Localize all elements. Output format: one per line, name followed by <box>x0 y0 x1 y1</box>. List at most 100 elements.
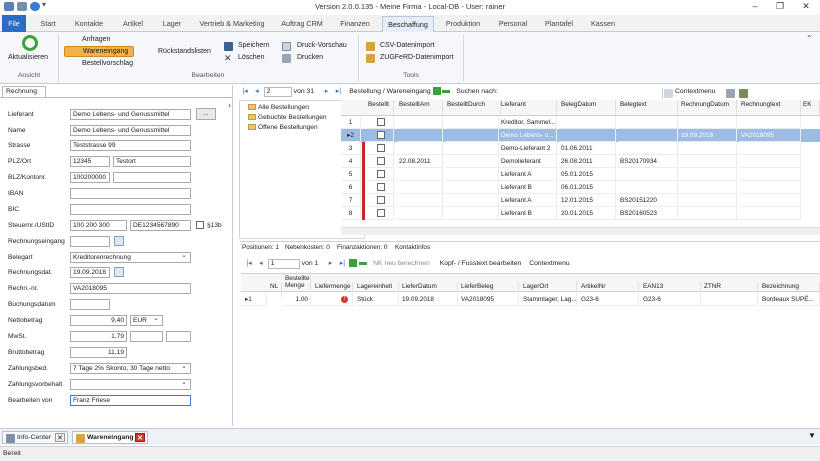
grid-cell-lieferm[interactable]: ! <box>313 293 353 306</box>
grid-cell-durch[interactable] <box>445 168 499 181</box>
strasse-field[interactable]: Teststrasse 99 <box>70 140 191 151</box>
zahlungsvorbehalt-select[interactable] <box>70 379 191 390</box>
bestellt-checkbox[interactable] <box>376 118 385 127</box>
grid-cell-datum[interactable] <box>559 116 616 129</box>
tree-item-offen[interactable]: Offene Bestellungen <box>248 124 318 131</box>
menu-artikel[interactable]: Artikel <box>116 15 150 32</box>
wareneingang-button[interactable]: Wareneingang <box>64 46 134 57</box>
lieferant-field[interactable]: Demo Lebens- und Genussmittel <box>70 109 191 120</box>
belegart-select[interactable]: Kreditorenrechnung <box>70 252 191 263</box>
tab-finanzaktionen[interactable]: Finanzaktionen: 0 <box>337 242 387 254</box>
grid-cell-lieferant[interactable]: Demo Lebens- u... <box>499 129 557 142</box>
grid-cell-am[interactable] <box>397 142 443 155</box>
prev-record-icon[interactable]: ◂ <box>256 259 266 267</box>
grid-cell-datum[interactable] <box>559 129 616 142</box>
first-record-icon[interactable]: |◂ <box>240 87 250 95</box>
grid-cell-durch[interactable] <box>445 129 499 142</box>
tabs-dropdown-icon[interactable]: ▼ <box>808 431 816 440</box>
bestellt-checkbox[interactable] <box>376 196 385 205</box>
tab-kontaktinfos[interactable]: Kontaktinfos <box>395 242 430 254</box>
zahlungsbedingung-select[interactable]: 7 Tage 2% Skonto, 30 Tage netto <box>70 363 191 374</box>
grid-cell-bestellt[interactable] <box>366 181 394 194</box>
ustid-field[interactable]: DE1234567890 <box>130 220 191 231</box>
menu-kassen[interactable]: Kassen <box>586 15 620 32</box>
col-lieferant[interactable]: Lieferant <box>499 100 557 115</box>
grid-cell-lieferant[interactable]: Lieferant B <box>499 181 557 194</box>
grid-cell-bestellt[interactable] <box>366 129 394 142</box>
col-ek[interactable]: EK <box>801 100 820 115</box>
grid-cell-durch[interactable] <box>445 116 499 129</box>
grid-cell-beleg[interactable]: VA2018095 <box>459 293 519 306</box>
grid-cell-rtext[interactable] <box>739 116 801 129</box>
menu-personal[interactable]: Personal <box>494 15 532 32</box>
col-rechnungtext[interactable]: Rechnungtext <box>739 100 801 115</box>
col-bestellte-menge[interactable]: Bestellte Menge <box>283 274 311 289</box>
grid-cell-ort[interactable]: Stammlager, Lag... <box>521 293 577 306</box>
bestellt-checkbox[interactable] <box>376 209 385 218</box>
grid-cell-bestellt[interactable] <box>366 116 394 129</box>
grid-cell-lieferant[interactable]: Demo-Lieferant 2 <box>499 142 557 155</box>
grid-cell-rdatum[interactable] <box>679 194 737 207</box>
grid-cell-am[interactable] <box>397 168 443 181</box>
close-button[interactable]: ✕ <box>793 0 819 13</box>
close-tab-icon[interactable]: ✕ <box>55 433 65 442</box>
buchungsdatum-field[interactable] <box>70 299 110 310</box>
mwst-extra-field[interactable] <box>130 331 163 342</box>
bic-field[interactable] <box>70 204 191 215</box>
bestellt-checkbox[interactable] <box>376 170 385 179</box>
menu-file[interactable]: File <box>2 15 26 32</box>
menu-auftrag[interactable]: Auftrag CRM <box>276 15 328 32</box>
last-record-icon[interactable]: ▸| <box>333 87 343 95</box>
tab-wareneingang[interactable]: Wareneingang ✕ <box>72 431 148 444</box>
grid-cell-text[interactable] <box>618 129 678 142</box>
grid-cell-rtext[interactable] <box>739 142 801 155</box>
zugferd-import-button[interactable]: ZUGFeRD-Datenimport <box>380 54 454 61</box>
horizontal-scrollbar[interactable] <box>341 227 820 235</box>
menu-vertrieb[interactable]: Vertrieb & Marketing <box>194 15 270 32</box>
ort-field[interactable]: Testort <box>113 156 191 167</box>
grid-cell-rdatum[interactable] <box>679 181 737 194</box>
grid-cell-datum[interactable]: 01.06.2011 <box>559 142 616 155</box>
rueckstandslisten-button[interactable]: Rückstandslisten <box>158 48 211 55</box>
grid-cell-rdatum[interactable] <box>679 207 737 220</box>
add-icon[interactable] <box>432 87 441 96</box>
table-row[interactable]: 1 Kreditor, Sammel... <box>341 116 820 129</box>
calendar-icon[interactable] <box>114 267 124 277</box>
grid-cell-menge[interactable]: 1,00 <box>283 293 311 306</box>
plz-field[interactable]: 12345 <box>70 156 110 167</box>
bestellvorschlag-button[interactable]: Bestellvorschlag <box>82 60 133 67</box>
table-row[interactable]: 8 Lieferant B 20.01.2015 BS20160523 <box>341 207 820 220</box>
table-row[interactable]: 7 Lieferant A 12.01.2015 BS20151220 <box>341 194 820 207</box>
grid-cell-text[interactable] <box>618 142 678 155</box>
col-bestelltdurch[interactable]: BestelltDurch <box>445 100 501 115</box>
grid-cell-rtext[interactable] <box>739 155 801 168</box>
grid-cell-text[interactable] <box>618 116 678 129</box>
menu-lager[interactable]: Lager <box>157 15 187 32</box>
grid-cell-lieferant[interactable]: Lieferant A <box>499 168 557 181</box>
netto-field[interactable]: 9,40 <box>70 315 127 326</box>
name-field[interactable]: Demo Lebens- und Genussmittel <box>70 125 191 136</box>
grid-cell-durch[interactable] <box>445 181 499 194</box>
grid-cell-am[interactable] <box>397 181 443 194</box>
table-row[interactable]: ▸2 Demo Lebens- u... 19.09.2018 VA2018095 <box>341 129 820 142</box>
grid-cell-am[interactable] <box>397 129 443 142</box>
grid-cell-bestellt[interactable] <box>366 155 394 168</box>
export-icon[interactable] <box>739 89 748 98</box>
record-number-field[interactable]: 2 <box>263 87 292 97</box>
grid-cell-bestellt[interactable] <box>366 194 394 207</box>
iban-field[interactable] <box>70 188 191 199</box>
grid-cell-rdatum[interactable]: 19.09.2018 <box>679 129 737 142</box>
close-tab-icon[interactable]: ✕ <box>135 433 145 442</box>
delete-button[interactable]: Löschen <box>238 54 264 61</box>
grid-cell-rdatum[interactable] <box>679 168 737 181</box>
print-grid-icon[interactable] <box>726 89 735 98</box>
grid-cell-text[interactable]: BS20170934 <box>618 155 678 168</box>
grid-cell-einheit[interactable]: Stück <box>355 293 399 306</box>
lieferant-lookup-button[interactable]: ... <box>196 108 216 120</box>
grid-cell-rdatum[interactable] <box>679 142 737 155</box>
position-number-field[interactable]: 1 <box>267 259 300 269</box>
next-record-icon[interactable]: ▸ <box>322 87 332 95</box>
blz-field[interactable]: 100200000 <box>70 172 110 183</box>
col-bestelltam[interactable]: BestelltAm <box>397 100 443 115</box>
remove-icon[interactable] <box>442 89 451 93</box>
